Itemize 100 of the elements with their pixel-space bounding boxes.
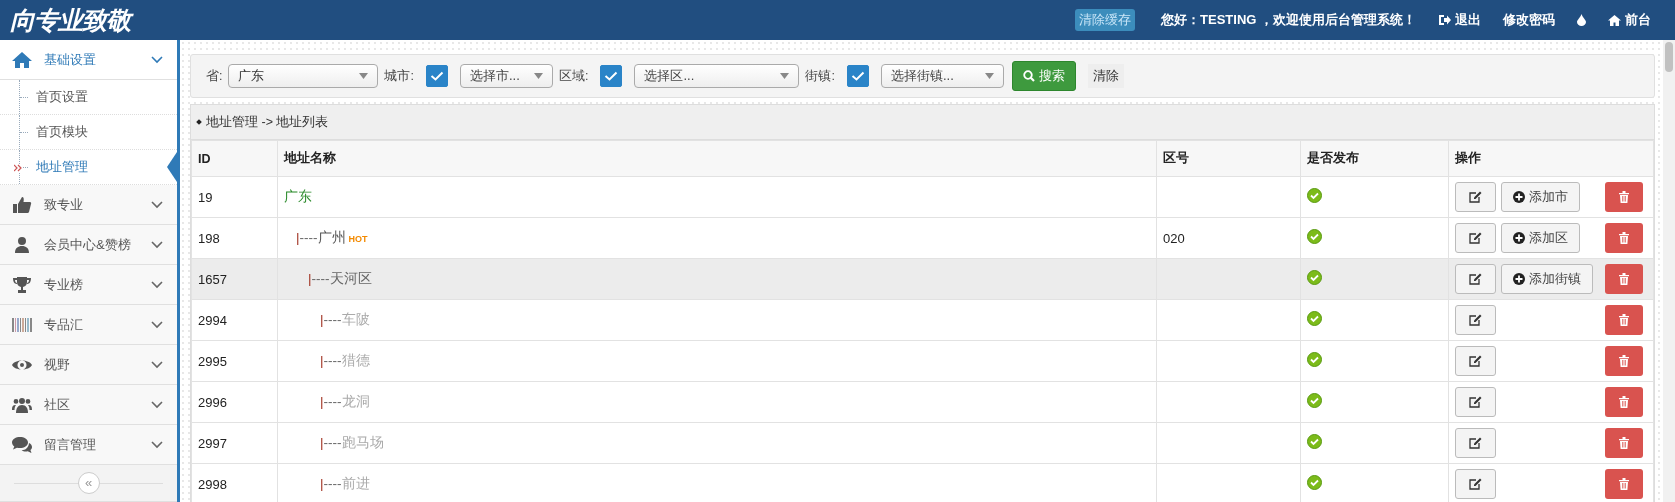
- select-field[interactable]: 选择区...: [634, 64, 800, 88]
- address-name: 广东: [284, 189, 312, 204]
- trash-icon: [1619, 232, 1629, 244]
- table-row[interactable]: 2994 |----车陂: [191, 299, 1654, 341]
- table-cell: 1657: [191, 258, 278, 300]
- table-row[interactable]: 198 |----广州 HOT 020 添加区: [191, 217, 1654, 259]
- delete-button[interactable]: [1605, 387, 1643, 417]
- chat-icon: [12, 435, 32, 454]
- chevron-icon: [151, 440, 163, 449]
- edit-icon: [1469, 314, 1482, 326]
- edit-icon: [1469, 478, 1482, 490]
- filter-label: 街镇:: [805, 67, 835, 85]
- delete-button[interactable]: [1605, 182, 1643, 212]
- add-button[interactable]: 添加街镇: [1501, 264, 1593, 294]
- table-cell: 2995: [191, 340, 278, 382]
- plus-circle-icon: [1513, 273, 1525, 285]
- sidebar-item[interactable]: 首页设置: [0, 80, 177, 115]
- delete-button[interactable]: [1605, 305, 1643, 335]
- chevron-icon: [151, 320, 163, 329]
- column-header: 操作: [1448, 140, 1654, 177]
- scrollbar[interactable]: [1663, 40, 1675, 502]
- sidebar-item[interactable]: 首页模块: [0, 115, 177, 150]
- clear-button[interactable]: 清除: [1087, 64, 1124, 88]
- scrollbar-thumb[interactable]: [1665, 42, 1673, 72]
- sidebar-item[interactable]: 地址管理: [0, 150, 177, 185]
- home-icon: [1608, 14, 1621, 26]
- table-cell: 2996: [191, 381, 278, 423]
- column-header: ID: [191, 140, 278, 177]
- pointer-icon: [167, 152, 177, 182]
- select-field[interactable]: 选择街镇...: [880, 64, 1004, 88]
- sidebar-group[interactable]: 基础设置: [0, 40, 177, 80]
- table-cell: 2997: [191, 422, 278, 464]
- welcome-text: 您好：TESTING ，欢迎使用后台管理系统！: [1161, 11, 1416, 29]
- search-button[interactable]: 搜索: [1011, 61, 1076, 91]
- address-name: |----广州: [296, 230, 346, 245]
- select-field[interactable]: 选择市...: [459, 64, 553, 88]
- hot-label: HOT: [348, 234, 368, 244]
- edit-button[interactable]: [1455, 387, 1496, 417]
- sidebar-group[interactable]: 视野: [0, 345, 177, 385]
- users-icon: [12, 395, 32, 414]
- sidebar-group[interactable]: 致专业: [0, 185, 177, 225]
- home-icon: [12, 50, 32, 69]
- check-icon: [604, 71, 619, 81]
- edit-button[interactable]: [1455, 305, 1496, 335]
- delete-button[interactable]: [1605, 223, 1643, 253]
- logout-icon: [1438, 14, 1451, 26]
- edit-icon: [1469, 396, 1482, 408]
- table-row[interactable]: 1657 |----天河区 添加街镇: [191, 258, 1654, 300]
- address-name: |----跑马场: [320, 435, 384, 450]
- sidebar-group[interactable]: 专品汇: [0, 305, 177, 345]
- drop-icon[interactable]: [1577, 14, 1586, 26]
- trophy-icon: [12, 275, 32, 294]
- chevron-icon: [151, 280, 163, 289]
- column-header: 地址名称: [277, 140, 1157, 177]
- frontend-link[interactable]: 前台: [1608, 11, 1651, 29]
- trash-icon: [1619, 396, 1629, 408]
- caret-icon: [984, 73, 994, 79]
- table-row[interactable]: 2995 |----猎德: [191, 340, 1654, 382]
- address-name: |----车陂: [320, 312, 370, 327]
- logout-link[interactable]: 退出: [1438, 11, 1481, 29]
- address-name: |----天河区: [308, 271, 372, 286]
- edit-button[interactable]: [1455, 223, 1496, 253]
- edit-button[interactable]: [1455, 428, 1496, 458]
- table-row[interactable]: 19 广东 添加市: [191, 176, 1654, 218]
- select-field[interactable]: 广东: [228, 64, 379, 88]
- thumb-icon: [12, 195, 32, 214]
- table-cell: 198: [191, 217, 278, 259]
- search-icon: [1022, 70, 1035, 82]
- filter-label: 城市:: [384, 67, 414, 85]
- edit-icon: [1469, 273, 1482, 285]
- checkbox[interactable]: [425, 65, 448, 87]
- edit-button[interactable]: [1455, 346, 1496, 376]
- trash-icon: [1619, 478, 1629, 490]
- table-cell: 020: [1163, 230, 1185, 246]
- sidebar-group[interactable]: 社区: [0, 385, 177, 425]
- sidebar-group[interactable]: 专业榜: [0, 265, 177, 305]
- delete-button[interactable]: [1605, 346, 1643, 376]
- barcode-icon: [12, 315, 32, 334]
- filter-label: 省:: [206, 67, 223, 85]
- checkbox[interactable]: [846, 65, 869, 87]
- change-password-link[interactable]: 修改密码: [1503, 11, 1555, 29]
- chevron-icon: [151, 360, 163, 369]
- edit-icon: [1469, 437, 1482, 449]
- chevron-icon: [151, 240, 163, 249]
- edit-button[interactable]: [1455, 182, 1496, 212]
- table-row[interactable]: 2996 |----龙洞: [191, 381, 1654, 423]
- chevron-icon: [151, 400, 163, 409]
- checkbox[interactable]: [600, 65, 623, 87]
- delete-button[interactable]: [1605, 428, 1643, 458]
- add-button[interactable]: 添加区: [1501, 223, 1580, 253]
- sidebar-group[interactable]: 会员中心&赞榜: [0, 225, 177, 265]
- edit-icon: [1469, 232, 1482, 244]
- table-row[interactable]: 2997 |----跑马场: [191, 422, 1654, 464]
- delete-button[interactable]: [1605, 264, 1643, 294]
- trash-icon: [1619, 273, 1629, 285]
- edit-button[interactable]: [1455, 469, 1496, 499]
- edit-button[interactable]: [1455, 264, 1496, 294]
- delete-button[interactable]: [1605, 469, 1643, 499]
- add-button[interactable]: 添加市: [1501, 182, 1580, 212]
- table-row[interactable]: 2998 |----前进: [191, 463, 1654, 502]
